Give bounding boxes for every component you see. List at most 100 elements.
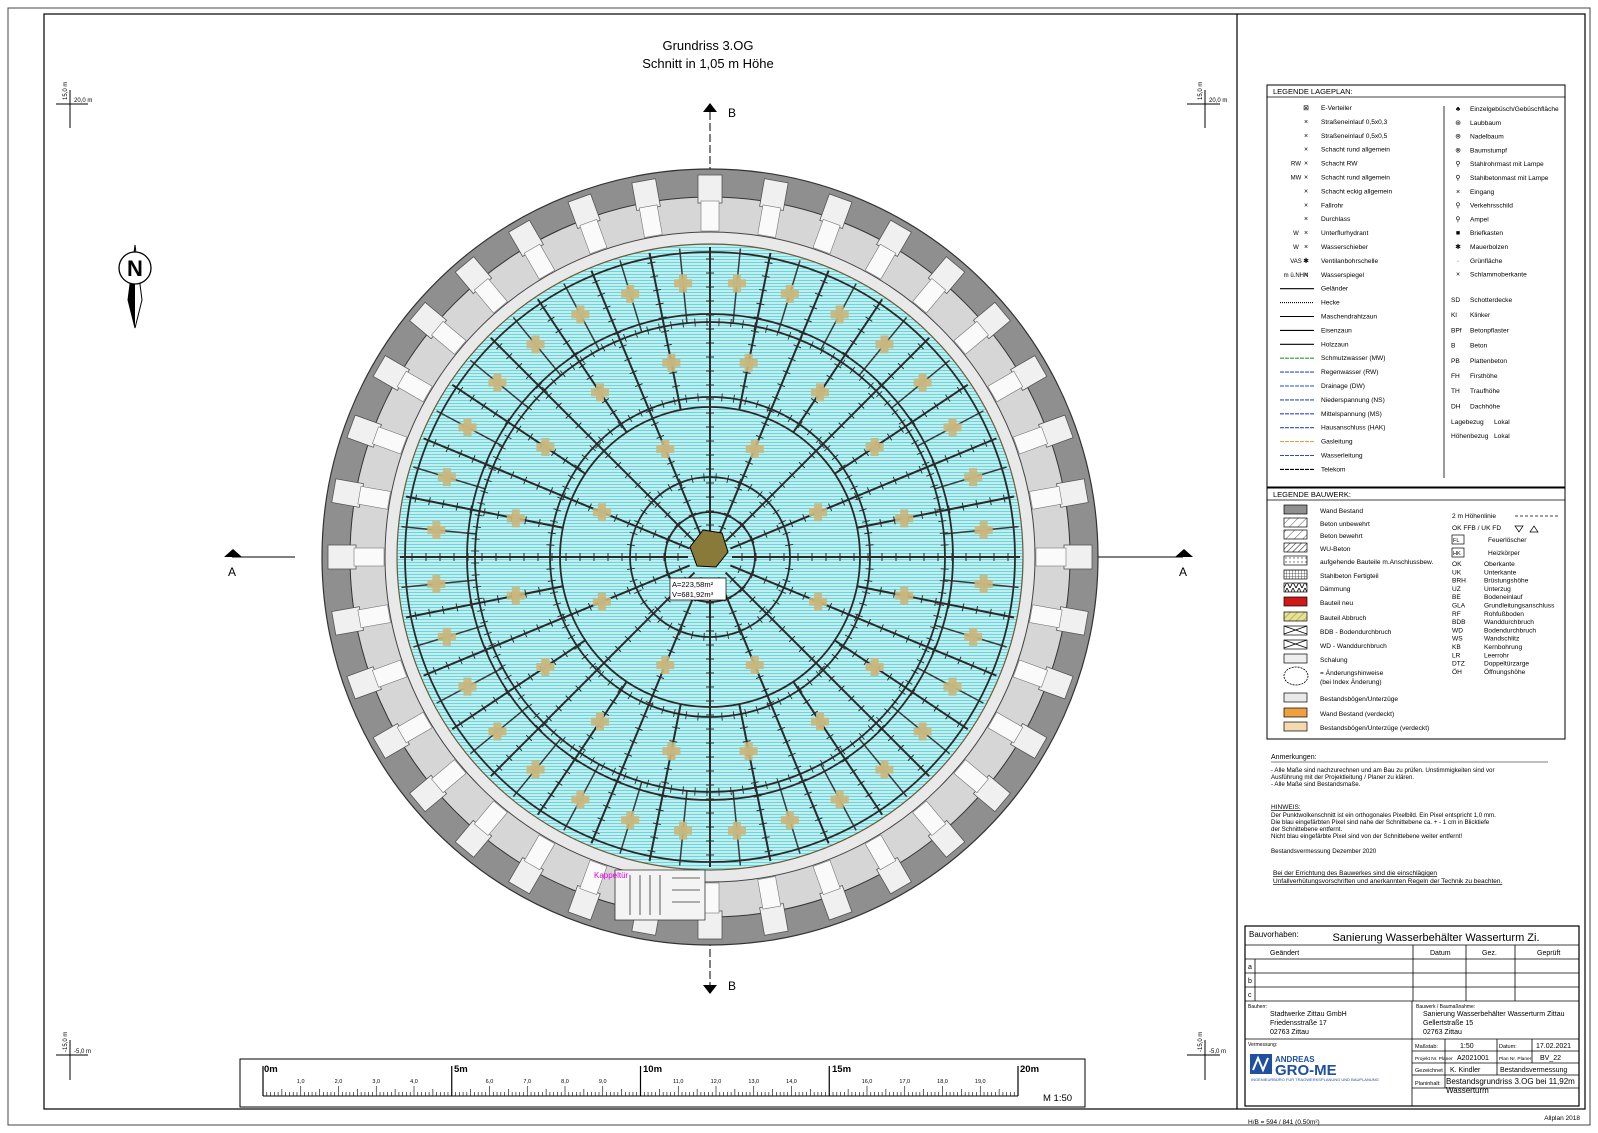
legend-lageplan-item: Wasserleitung bbox=[1321, 453, 1363, 460]
legend-abbr-key: FH bbox=[1451, 373, 1460, 380]
legend-abbr-key: BRH bbox=[1452, 578, 1466, 585]
legend-lageplan-item: Regenwasser (RW) bbox=[1321, 369, 1378, 376]
footer-software: Allplan 2018 bbox=[1544, 1115, 1580, 1122]
legend-lageplan-item: Ampel bbox=[1470, 216, 1489, 223]
warn-line-1: Bei der Errichtung des Bauwerkes sind di… bbox=[1273, 870, 1437, 877]
scale-ratio: M 1:50 bbox=[1043, 1093, 1072, 1104]
ring-tick bbox=[471, 574, 480, 576]
scale-minor-label: 3,0 bbox=[372, 1079, 380, 1085]
grid-mark-bl-v: -15,0 m bbox=[63, 1032, 69, 1052]
legend-lageplan-header: LEGENDE LAGEPLAN: bbox=[1273, 87, 1353, 96]
legend-swatch bbox=[1283, 517, 1308, 528]
legend-abbr-key: UK bbox=[1452, 569, 1462, 576]
tb-bauherr-1: Stadtwerke Zittau GmbH bbox=[1270, 1011, 1347, 1018]
legend-symbol-icon: × bbox=[1304, 133, 1308, 140]
legend-abbr-key: BE bbox=[1452, 594, 1461, 601]
legend-swatch bbox=[1283, 707, 1308, 718]
note-line-3: - Alle Maße sind Bestandsmaße. bbox=[1271, 781, 1361, 788]
legend-symbol-icon: × bbox=[1304, 272, 1308, 279]
notes-header: Anmerkungen: bbox=[1271, 754, 1317, 761]
warn-line-2: Unfallverhütungsvorschriften und anerkan… bbox=[1273, 878, 1503, 885]
legend-abbr-value: Firsthöhe bbox=[1470, 373, 1498, 380]
tb-planinhalt-label: Planinhalt: bbox=[1415, 1081, 1441, 1087]
legend-lageplan-item: Schacht eckig allgemein bbox=[1321, 188, 1392, 195]
scale-minor-label: 11,0 bbox=[673, 1079, 683, 1085]
legend-lageplan-item: Straßeneinlauf 0,5x0,3 bbox=[1321, 119, 1388, 126]
legend-lageplan-item: Schmutzwasser (MW) bbox=[1321, 355, 1385, 362]
section-a-right: A bbox=[1179, 565, 1187, 579]
ring-tick bbox=[546, 568, 555, 570]
hinweis-line-1: Der Punktwolkenschnitt ist ein orthogona… bbox=[1271, 812, 1496, 819]
legend-abbr-value: Dachhöhe bbox=[1470, 403, 1500, 410]
grid-mark-br-v: -15,0 m bbox=[1198, 1032, 1204, 1052]
legend-abbr-value: Brüstungshöhe bbox=[1484, 578, 1529, 585]
legend-symbol-icon: × bbox=[1304, 216, 1308, 223]
scale-minor-label: 4,0 bbox=[410, 1079, 418, 1085]
tb-bauvorhaben-label: Bauvorhaben: bbox=[1249, 930, 1299, 939]
floor-plan-sheet: Grundriss 3.OG Schnitt in 1,05 m Höhe 20… bbox=[7, 7, 1591, 1126]
grid-mark-tr-v: 15,0 m bbox=[1198, 82, 1204, 100]
tb-massstab: 1:50 bbox=[1460, 1043, 1474, 1050]
legend-abbr-value: Klinker bbox=[1470, 312, 1491, 319]
ring-tick bbox=[546, 544, 555, 546]
legend-symbol-icon: × bbox=[1304, 147, 1308, 154]
legend-lageplan-item: Stahlrohrmast mit Lampe bbox=[1470, 161, 1544, 168]
scale-minor-label: 18,0 bbox=[937, 1079, 948, 1085]
legend-abbr-value: Rohfußboden bbox=[1484, 611, 1524, 618]
legend-bauwerk-item: OK FFB / UK FD bbox=[1452, 525, 1501, 532]
legend-abbr-value: Schotterdecke bbox=[1470, 297, 1512, 304]
legend-abbr-key: WD bbox=[1452, 627, 1463, 634]
legend-abbr-value: Unterzug bbox=[1484, 586, 1511, 593]
legend-bauwerk-item: Wand Bestand (verdeckt) bbox=[1320, 711, 1394, 718]
legend-symbol-icon: ⚲ bbox=[1455, 174, 1460, 182]
ring-tick bbox=[697, 712, 699, 721]
scale-minor-label: 6,0 bbox=[486, 1079, 494, 1085]
legend-symbol-icon: ✱ bbox=[1303, 257, 1309, 265]
legend-lageplan-item: E-Verteiler bbox=[1321, 105, 1353, 112]
tb-bauherr-2: Friedensstraße 17 bbox=[1270, 1020, 1327, 1027]
scale-minor-label: 17,0 bbox=[899, 1079, 910, 1085]
ring-tick bbox=[703, 473, 705, 482]
legend-lageplan-item: Fallrohr bbox=[1321, 202, 1344, 209]
legend-abbr-key: GLA bbox=[1452, 603, 1466, 610]
tb-bauwerk-1: Sanierung Wasserbehälter Wasserturm Zitt… bbox=[1423, 1011, 1565, 1018]
legend-abbr-key: ÖH bbox=[1452, 668, 1462, 676]
legend-lageplan-item: Hecke bbox=[1321, 300, 1340, 307]
legend-symbol-icon: × bbox=[1304, 188, 1308, 195]
hinweis-line-4: Nicht blau eingefärbte Pixel sind von de… bbox=[1271, 833, 1463, 840]
legend-bauwerk-item: Stahlbeton Fertigteil bbox=[1320, 573, 1379, 580]
tb-col-geaendert: Geändert bbox=[1270, 950, 1299, 957]
legend-lageplan-item: Straßeneinlauf 0,5x0,5 bbox=[1321, 133, 1388, 140]
legend-bauwerk-item: Beton unbewehrt bbox=[1320, 521, 1370, 528]
legend-swatch bbox=[1283, 504, 1308, 515]
legend-lageplan-item: Wasserspiegel bbox=[1321, 272, 1365, 279]
legend-symbol-label: W bbox=[1293, 231, 1299, 237]
tb-bauwerk-2: Gellertstraße 15 bbox=[1423, 1020, 1473, 1027]
grid-mark-tl: 20,0 m bbox=[74, 98, 92, 104]
legend-symbol-icon: ✱ bbox=[1455, 243, 1461, 251]
tb-gez-label: Gezeichnet bbox=[1415, 1068, 1443, 1074]
legend-lageplan-item: Einzelgebüsch/Gebüschfläche bbox=[1470, 106, 1559, 113]
scale-minor-label: 13,0 bbox=[748, 1079, 759, 1085]
legend-swatch bbox=[1283, 555, 1308, 566]
tb-row-c: c bbox=[1248, 992, 1252, 999]
ring-tick bbox=[694, 787, 696, 796]
legend-bezug-value: Lokal bbox=[1494, 433, 1510, 440]
tb-bauwerk-label: Bauwerk / Baumaßnahme: bbox=[1416, 1004, 1475, 1010]
legend-bauwerk-item: Feuerlöscher bbox=[1488, 537, 1527, 544]
section-a-left: A bbox=[228, 565, 236, 579]
tb-bauherr-label: Bauherr: bbox=[1248, 1004, 1267, 1010]
ring-tick bbox=[721, 712, 723, 721]
legend-bezug-key: Lagebezug bbox=[1451, 419, 1484, 426]
legend-symbol-icon: ⚲ bbox=[1455, 202, 1460, 210]
section-b-bottom: B bbox=[728, 979, 736, 993]
legend-symbol-label: RW bbox=[1291, 162, 1301, 168]
scale-20: 20m bbox=[1020, 1064, 1039, 1075]
legend-abbr-value: Beton bbox=[1470, 343, 1488, 350]
door-label: Kappeltür bbox=[594, 871, 629, 880]
legend-symbol-icon: ⚲ bbox=[1455, 160, 1460, 168]
tb-row-a: a bbox=[1248, 964, 1252, 971]
legend-swatch bbox=[1283, 582, 1308, 593]
note-line-1: - Alle Maße sind nachzurechnen und am Ba… bbox=[1271, 767, 1495, 774]
scale-minor-label: 14,0 bbox=[786, 1079, 797, 1085]
